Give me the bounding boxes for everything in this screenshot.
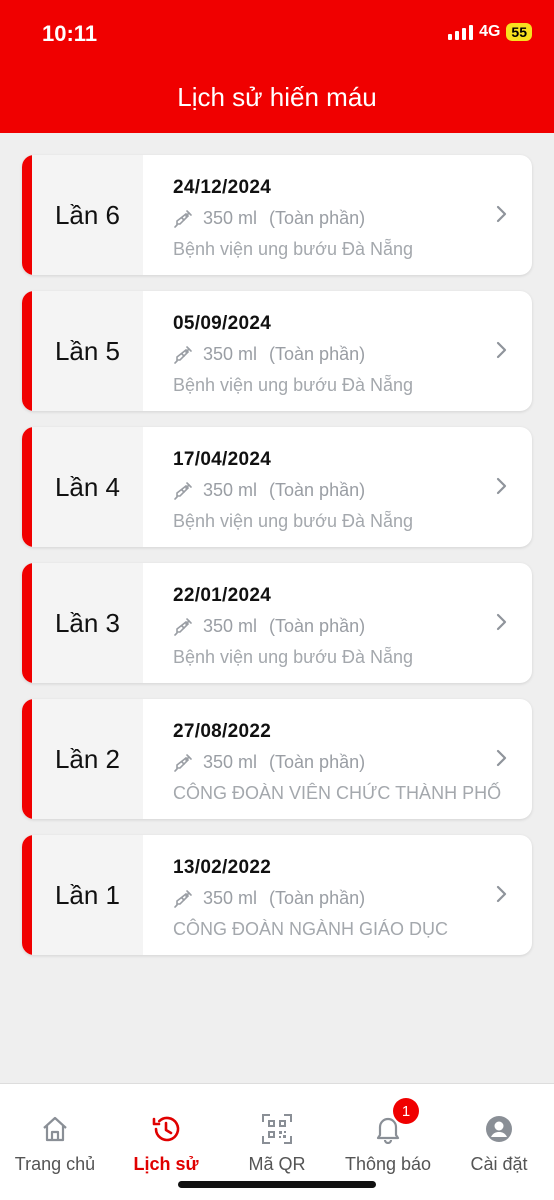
donation-count: Lần 3 <box>54 607 121 638</box>
tab-notifications[interactable]: 1 Thông báo <box>333 1098 443 1175</box>
donation-count: Lần 2 <box>54 743 121 774</box>
syringe-icon <box>174 753 192 772</box>
notification-badge: 1 <box>393 1098 419 1124</box>
syringe-icon <box>174 345 192 364</box>
donation-card[interactable]: Lần 5 05/09/2024 350 ml (Toàn phần) Bệnh… <box>22 291 532 411</box>
tab-label: Mã QR <box>248 1154 306 1174</box>
donation-date: 27/08/2022 <box>173 721 272 742</box>
donation-date: 22/01/2024 <box>173 585 272 606</box>
tab-label: Lịch sử <box>133 1154 199 1174</box>
tab-label: Thông báo <box>344 1154 432 1174</box>
tab-qr[interactable]: Mã QR <box>222 1112 332 1175</box>
app-screen: 10:11 4G 55 Lịch sử hiến máu Lần 6 24/12… <box>0 0 554 1200</box>
donation-date: 05/09/2024 <box>173 313 272 334</box>
donation-location: Bệnh viện ung bướu Đà Nẵng <box>173 511 414 531</box>
donation-count-cell: Lần 4 <box>32 427 143 547</box>
qr-code-icon <box>261 1112 293 1146</box>
donation-volume: 350 ml <box>203 480 258 500</box>
donation-count: Lần 5 <box>54 335 121 366</box>
donation-volume-row: 350 ml (Toàn phần) <box>173 344 532 365</box>
donation-volume-row: 350 ml (Toàn phần) <box>173 616 532 637</box>
status-indicators: 4G 55 <box>448 23 532 41</box>
donation-volume: 350 ml <box>203 344 258 364</box>
donation-location: Bệnh viện ung bướu Đà Nẵng <box>173 647 414 667</box>
syringe-icon <box>174 889 192 908</box>
donation-list: Lần 6 24/12/2024 350 ml (Toàn phần) Bệnh… <box>22 155 532 971</box>
chevron-right-icon <box>496 613 507 631</box>
donation-card[interactable]: Lần 2 27/08/2022 350 ml (Toàn phần) CÔNG… <box>22 699 532 819</box>
donation-count-cell: Lần 2 <box>32 699 143 819</box>
donation-count-cell: Lần 3 <box>32 563 143 683</box>
donation-card[interactable]: Lần 1 13/02/2022 350 ml (Toàn phần) CÔNG… <box>22 835 532 955</box>
tab-label: Trang chủ <box>14 1154 96 1174</box>
card-accent <box>22 291 32 411</box>
app-header: 10:11 4G 55 Lịch sử hiến máu <box>0 0 554 133</box>
donation-volume: 350 ml <box>203 752 258 772</box>
history-icon <box>150 1112 182 1146</box>
donation-details: 05/09/2024 350 ml (Toàn phần) Bệnh viện … <box>143 291 532 411</box>
signal-icon <box>448 24 474 40</box>
donation-volume: 350 ml <box>203 888 258 908</box>
donation-count-cell: Lần 5 <box>32 291 143 411</box>
donation-volume-row: 350 ml (Toàn phần) <box>173 752 532 773</box>
card-accent <box>22 563 32 683</box>
donation-details: 13/02/2022 350 ml (Toàn phần) CÔNG ĐOÀN … <box>143 835 532 955</box>
donation-type: (Toàn phần) <box>269 888 366 908</box>
chevron-right-icon <box>496 205 507 223</box>
donation-volume-row: 350 ml (Toàn phần) <box>173 480 532 501</box>
battery-icon: 55 <box>506 23 532 41</box>
home-indicator[interactable] <box>178 1181 376 1188</box>
card-accent <box>22 835 32 955</box>
donation-volume-row: 350 ml (Toàn phần) <box>173 208 532 229</box>
donation-count: Lần 1 <box>54 879 121 910</box>
donation-details: 17/04/2024 350 ml (Toàn phần) Bệnh viện … <box>143 427 532 547</box>
page-title: Lịch sử hiến máu <box>177 82 377 112</box>
account-icon <box>484 1112 514 1146</box>
tab-label: Cài đặt <box>470 1154 528 1174</box>
donation-volume: 350 ml <box>203 616 258 636</box>
donation-count-cell: Lần 1 <box>32 835 143 955</box>
donation-type: (Toàn phần) <box>269 344 366 364</box>
chevron-right-icon <box>496 477 507 495</box>
donation-count-cell: Lần 6 <box>32 155 143 275</box>
donation-card[interactable]: Lần 6 24/12/2024 350 ml (Toàn phần) Bệnh… <box>22 155 532 275</box>
donation-count: Lần 4 <box>54 471 121 502</box>
chevron-right-icon <box>496 341 507 359</box>
syringe-icon <box>174 481 192 500</box>
donation-details: 27/08/2022 350 ml (Toàn phần) CÔNG ĐOÀN … <box>143 699 532 819</box>
home-icon <box>40 1112 70 1146</box>
tab-home[interactable]: Trang chủ <box>0 1112 110 1175</box>
card-accent <box>22 155 32 275</box>
donation-card[interactable]: Lần 3 22/01/2024 350 ml (Toàn phần) Bệnh… <box>22 563 532 683</box>
donation-location: CÔNG ĐOÀN NGÀNH GIÁO DỤC <box>173 919 449 939</box>
bell-icon: 1 <box>373 1098 419 1146</box>
card-accent <box>22 699 32 819</box>
donation-date: 17/04/2024 <box>173 449 272 470</box>
donation-date: 13/02/2022 <box>173 857 272 878</box>
donation-count: Lần 6 <box>54 199 121 230</box>
donation-card[interactable]: Lần 4 17/04/2024 350 ml (Toàn phần) Bệnh… <box>22 427 532 547</box>
donation-details: 22/01/2024 350 ml (Toàn phần) Bệnh viện … <box>143 563 532 683</box>
donation-type: (Toàn phần) <box>269 208 366 228</box>
card-accent <box>22 427 32 547</box>
donation-date: 24/12/2024 <box>173 177 272 198</box>
donation-location: CÔNG ĐOÀN VIÊN CHỨC THÀNH PHỐ <box>173 783 502 803</box>
network-type: 4G <box>479 23 501 40</box>
tab-settings[interactable]: Cài đặt <box>444 1112 554 1175</box>
donation-details: 24/12/2024 350 ml (Toàn phần) Bệnh viện … <box>143 155 532 275</box>
syringe-icon <box>174 617 192 636</box>
donation-volume: 350 ml <box>203 208 258 228</box>
chevron-right-icon <box>496 749 507 767</box>
donation-type: (Toàn phần) <box>269 752 366 772</box>
donation-location: Bệnh viện ung bướu Đà Nẵng <box>173 239 414 259</box>
chevron-right-icon <box>496 885 507 903</box>
donation-type: (Toàn phần) <box>269 616 366 636</box>
tab-history[interactable]: Lịch sử <box>111 1112 221 1175</box>
syringe-icon <box>174 209 192 228</box>
donation-volume-row: 350 ml (Toàn phần) <box>173 888 532 909</box>
donation-location: Bệnh viện ung bướu Đà Nẵng <box>173 375 414 395</box>
status-time: 10:11 <box>42 21 98 46</box>
donation-type: (Toàn phần) <box>269 480 366 500</box>
